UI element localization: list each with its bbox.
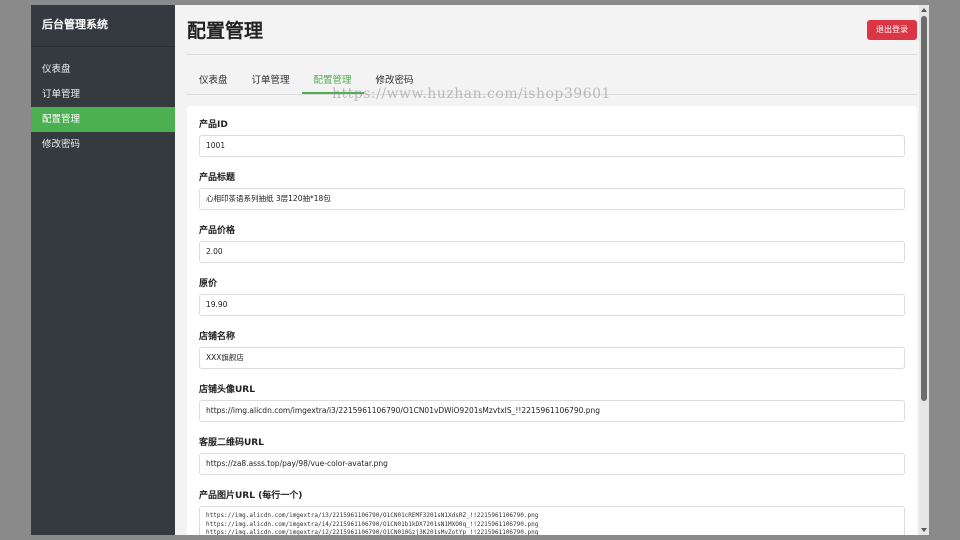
brand-title: 后台管理系统: [31, 5, 175, 47]
sidebar-item-config[interactable]: 配置管理: [31, 107, 175, 132]
product-price-input[interactable]: 2.00: [199, 241, 905, 263]
main-content: 配置管理 退出登录 仪表盘 订单管理 配置管理 修改密码 产品ID 1001 产…: [175, 5, 929, 535]
app-window: 后台管理系统 仪表盘 订单管理 配置管理 修改密码 配置管理 退出登录 仪表盘 …: [31, 5, 929, 535]
field-product-price: 产品价格 2.00: [199, 220, 905, 263]
sidebar-item-dashboard[interactable]: 仪表盘: [31, 57, 175, 82]
field-product-id: 产品ID 1001: [199, 114, 905, 157]
service-qr-url-input[interactable]: https://za8.asss.top/pay/98/vue-color-av…: [199, 453, 905, 475]
tab-dashboard[interactable]: 仪表盘: [187, 69, 240, 94]
sidebar-item-password[interactable]: 修改密码: [31, 132, 175, 157]
sidebar-item-orders[interactable]: 订单管理: [31, 82, 175, 107]
field-original-price: 原价 19.90: [199, 273, 905, 316]
field-label: 产品图片URL (每行一个): [199, 491, 303, 501]
field-product-images: 产品图片URL (每行一个) https://img.alicdn.com/im…: [199, 485, 905, 535]
sidebar: 后台管理系统 仪表盘 订单管理 配置管理 修改密码: [31, 5, 175, 535]
field-product-title: 产品标题 心相印茶语系列抽纸 3层120抽*18包: [199, 167, 905, 210]
field-label: 店铺名称: [199, 332, 236, 342]
field-label: 产品标题: [199, 173, 236, 183]
field-label: 产品ID: [199, 120, 228, 130]
shop-avatar-url-input[interactable]: https://img.alicdn.com/imgextra/i3/22159…: [199, 400, 905, 422]
field-label: 店铺头像URL: [199, 385, 255, 395]
tab-orders[interactable]: 订单管理: [240, 69, 302, 94]
sidebar-nav: 仪表盘 订单管理 配置管理 修改密码: [31, 57, 175, 157]
product-images-textarea[interactable]: https://img.alicdn.com/imgextra/i3/22159…: [199, 506, 905, 535]
scroll-down-arrow-icon[interactable]: [921, 528, 927, 532]
field-shop-avatar-url: 店铺头像URL https://img.alicdn.com/imgextra/…: [199, 379, 905, 422]
field-label: 原价: [199, 279, 218, 289]
shop-name-input[interactable]: XXX旗舰店: [199, 347, 905, 369]
page-title: 配置管理: [187, 20, 264, 42]
original-price-input[interactable]: 19.90: [199, 294, 905, 316]
field-service-qr-url: 客服二维码URL https://za8.asss.top/pay/98/vue…: [199, 432, 905, 475]
product-id-input[interactable]: 1001: [199, 135, 905, 157]
scrollbar-thumb[interactable]: [921, 16, 927, 401]
page-scrollbar[interactable]: [919, 5, 929, 535]
watermark: https://www.huzhan.com/ishop39601: [332, 86, 611, 102]
logout-button[interactable]: 退出登录: [867, 19, 917, 40]
config-form: 产品ID 1001 产品标题 心相印茶语系列抽纸 3层120抽*18包 产品价格…: [187, 106, 917, 535]
field-shop-name: 店铺名称 XXX旗舰店: [199, 326, 905, 369]
scroll-up-arrow-icon[interactable]: [921, 8, 927, 12]
field-label: 产品价格: [199, 226, 236, 236]
topbar: 配置管理 退出登录: [187, 5, 917, 55]
field-label: 客服二维码URL: [199, 438, 264, 448]
product-title-input[interactable]: 心相印茶语系列抽纸 3层120抽*18包: [199, 188, 905, 210]
